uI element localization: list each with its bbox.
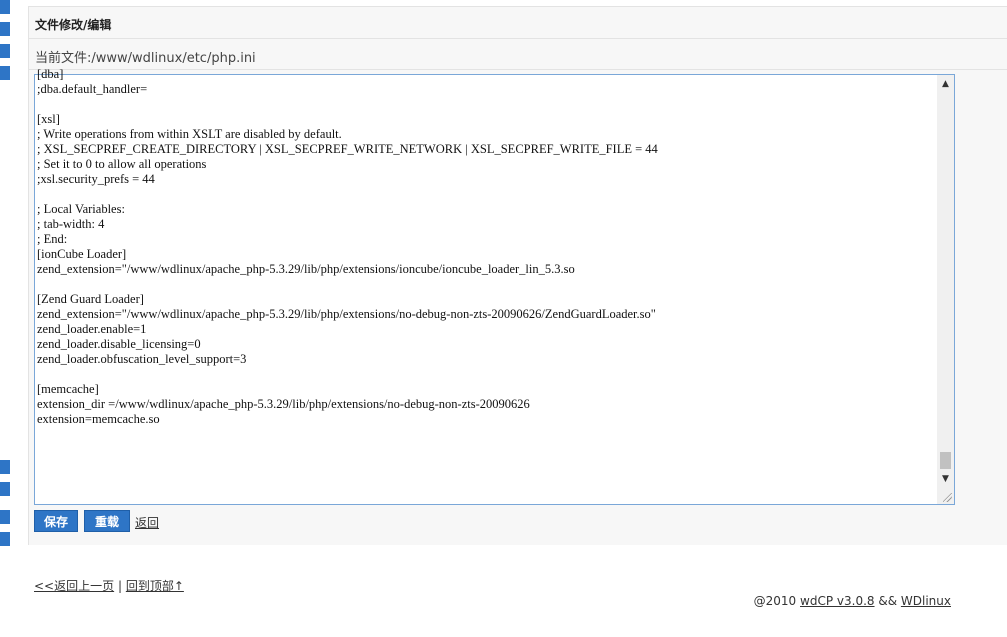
prev-page-link[interactable]: <<返回上一页 [34, 579, 114, 593]
code-line: ; End: [37, 232, 68, 246]
back-to-top-link[interactable]: 回到顶部↑ [126, 579, 184, 593]
scroll-up-icon[interactable]: ▲ [937, 77, 954, 91]
back-link[interactable]: 返回 [135, 514, 159, 531]
footer: @2010 wdCP v3.0.8 && WDlinux [754, 594, 951, 608]
copyright-year: @2010 [753, 594, 797, 608]
code-line: zend_extension="/www/wdlinux/apache_php-… [37, 307, 656, 321]
code-line: ; Set it to 0 to allow all operations [37, 157, 207, 171]
resize-grip-icon[interactable] [943, 493, 952, 502]
code-text[interactable]: [dba] ;dba.default_handler= [xsl]; Write … [37, 67, 935, 496]
code-line: ; tab-width: 4 [37, 217, 105, 231]
code-line: extension_dir =/www/wdlinux/apache_php-5… [37, 397, 530, 411]
code-line: ; XSL_SECPREF_CREATE_DIRECTORY | XSL_SEC… [37, 142, 658, 156]
scroll-down-icon[interactable]: ▼ [937, 472, 954, 486]
reload-button[interactable]: 重载 [84, 510, 130, 532]
code-line: zend_loader.disable_licensing=0 [37, 337, 201, 351]
editor-scrollbar[interactable]: ▲ ▼ [937, 75, 954, 504]
nav-separator: | [117, 579, 122, 593]
code-line: ; Write operations from within XSLT are … [37, 127, 342, 141]
code-line: [memcache] [37, 382, 99, 396]
code-line: [Zend Guard Loader] [37, 292, 144, 306]
current-file-label: 当前文件: [35, 51, 92, 66]
save-button[interactable]: 保存 [34, 510, 78, 532]
panel-title: 文件修改/编辑 [35, 18, 112, 32]
brand-link[interactable]: WDlinux [901, 594, 951, 608]
code-line: [ionCube Loader] [37, 247, 127, 261]
code-line: [xsl] [37, 112, 60, 126]
current-file-info: 当前文件:/www/wdlinux/etc/php.ini [35, 47, 256, 66]
file-content-textarea[interactable]: [dba] ;dba.default_handler= [xsl]; Write … [34, 67, 955, 505]
code-line: [dba] [37, 67, 64, 81]
code-line: ;dba.default_handler= [37, 82, 148, 96]
code-line: ; Local Variables: [37, 202, 125, 216]
left-accent-strip [0, 0, 10, 560]
code-line: extension=memcache.so [37, 412, 160, 426]
code-line: ;xsl.security_prefs = 44 [37, 172, 155, 186]
current-file-path: /www/wdlinux/etc/php.ini [91, 51, 256, 66]
bottom-nav: <<返回上一页 | 回到顶部↑ [34, 577, 184, 594]
divider [29, 38, 1007, 39]
code-line: zend_extension="/www/wdlinux/apache_php-… [37, 262, 575, 276]
product-link[interactable]: wdCP v3.0.8 [800, 594, 875, 608]
footer-amp: && [878, 594, 898, 608]
file-edit-panel: 文件修改/编辑 当前文件:/www/wdlinux/etc/php.ini [d… [28, 6, 1007, 545]
code-line: zend_loader.obfuscation_level_support=3 [37, 352, 247, 366]
code-line: zend_loader.enable=1 [37, 322, 147, 336]
scroll-thumb[interactable] [940, 452, 951, 469]
